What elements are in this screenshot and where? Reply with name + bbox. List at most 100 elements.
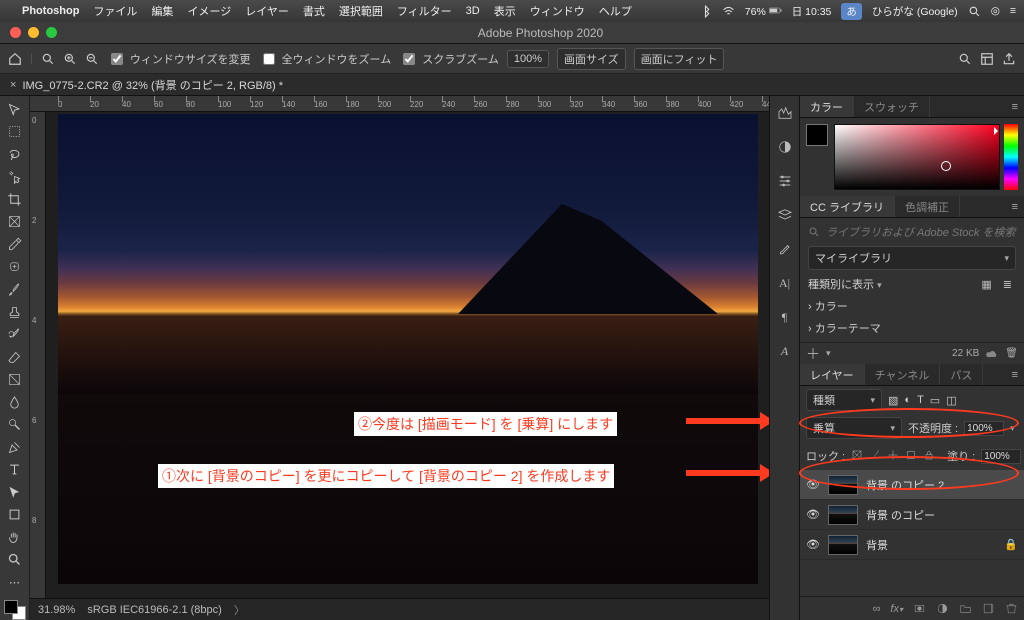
color-swatches[interactable]	[4, 600, 26, 620]
path-select-tool[interactable]	[3, 483, 27, 502]
healing-tool[interactable]	[3, 258, 27, 277]
layer-row[interactable]: 👁背景🔒	[800, 530, 1024, 560]
glyphs-icon[interactable]: A	[776, 342, 794, 360]
filter-shape-icon[interactable]: ▭	[930, 394, 940, 407]
move-tool[interactable]	[3, 100, 27, 119]
link-layers-icon[interactable]: ∞	[873, 603, 881, 615]
zoom-in-icon[interactable]	[63, 52, 77, 66]
menu-file[interactable]: ファイル	[93, 3, 137, 19]
layers-panel-menu[interactable]: ≡	[1012, 369, 1018, 381]
layer-name[interactable]: 背景 のコピー	[866, 507, 1018, 523]
filter-pixel-icon[interactable]: ▧	[888, 394, 898, 407]
type-tool[interactable]	[3, 461, 27, 480]
layer-thumbnail[interactable]	[828, 535, 858, 555]
eyedropper-tool[interactable]	[3, 235, 27, 254]
document-tab[interactable]: IMG_0775-2.CR2 @ 32% (背景 のコピー 2, RGB/8) …	[22, 77, 283, 93]
siri-icon[interactable]: ◎	[991, 5, 1000, 17]
clock[interactable]: 日 10:35	[792, 4, 832, 19]
canvas[interactable]: ②今度は [描画モード] を [乗算] にします ①次に [背景のコピー] を更…	[46, 112, 769, 598]
spotlight-icon[interactable]	[968, 5, 981, 18]
menu-layer[interactable]: レイヤー	[245, 3, 289, 19]
adjustment-layer-icon[interactable]	[936, 602, 949, 615]
notification-center-icon[interactable]: ≡	[1010, 5, 1016, 17]
actions-text-icon[interactable]: A|	[776, 274, 794, 292]
tab-adjustments[interactable]: 色調補正	[895, 196, 960, 217]
group-icon[interactable]	[959, 602, 972, 615]
app-menu[interactable]: Photoshop	[22, 5, 79, 17]
pen-tool[interactable]	[3, 438, 27, 457]
brush-settings-icon[interactable]	[776, 240, 794, 258]
fx-icon[interactable]: fx▾	[890, 603, 903, 615]
paragraph-icon[interactable]: ¶	[776, 308, 794, 326]
visibility-icon[interactable]: 👁	[806, 508, 820, 521]
ime-indicator[interactable]: あ	[841, 3, 862, 20]
tab-swatches[interactable]: スウォッチ	[854, 96, 930, 117]
menu-window[interactable]: ウィンドウ	[530, 3, 585, 19]
tab-color[interactable]: カラー	[800, 96, 854, 117]
hue-slider[interactable]	[1004, 124, 1018, 190]
view-icons[interactable]: ▦ ≣	[981, 278, 1016, 291]
resize-windows-checkbox[interactable]: ウィンドウサイズを変更	[107, 50, 251, 68]
layer-row[interactable]: 👁 背景 のコピー	[800, 500, 1024, 530]
menu-select[interactable]: 選択範囲	[339, 3, 383, 19]
zoom-100-button[interactable]: 100%	[507, 50, 549, 68]
zoom-window[interactable]	[46, 27, 57, 38]
menu-help[interactable]: ヘルプ	[599, 3, 632, 19]
lib-group-color[interactable]: › カラー	[808, 298, 1016, 314]
quick-select-tool[interactable]	[3, 168, 27, 187]
fit-screen-button[interactable]: 画面サイズ	[557, 48, 626, 70]
lib-group-theme[interactable]: › カラーテーマ	[808, 320, 1016, 336]
view-mode[interactable]: 種類別に表示 ▾	[808, 276, 882, 292]
tab-cc-libraries[interactable]: CC ライブラリ	[800, 196, 895, 217]
filter-type-icon[interactable]: T	[917, 394, 924, 406]
home-icon[interactable]	[8, 52, 22, 66]
zoom-level[interactable]: 31.98%	[38, 604, 75, 616]
fill-screen-button[interactable]: 画面にフィット	[634, 48, 725, 70]
options-icon[interactable]	[776, 172, 794, 190]
menu-type[interactable]: 書式	[303, 3, 325, 19]
marquee-tool[interactable]	[3, 123, 27, 142]
battery-indicator[interactable]: 76%	[745, 4, 782, 18]
hand-tool[interactable]	[3, 528, 27, 547]
close-tab-icon[interactable]: ×	[10, 79, 16, 91]
tab-paths[interactable]: パス	[940, 364, 983, 385]
lib-trash[interactable]: 🗑	[1005, 348, 1018, 359]
layer-filter-kind[interactable]: 種類▾	[806, 389, 882, 411]
history-brush-tool[interactable]	[3, 325, 27, 344]
filter-smart-icon[interactable]: ◫	[946, 394, 956, 407]
blur-tool[interactable]	[3, 393, 27, 412]
eraser-tool[interactable]	[3, 348, 27, 367]
new-layer-icon[interactable]	[982, 602, 995, 615]
shape-tool[interactable]	[3, 506, 27, 525]
mask-icon[interactable]	[913, 602, 926, 615]
color-field[interactable]	[834, 124, 1000, 190]
lasso-tool[interactable]	[3, 145, 27, 164]
libraries-panel-menu[interactable]: ≡	[1012, 201, 1018, 213]
cloud-icon[interactable]	[985, 348, 999, 360]
library-search[interactable]: ライブラリおよび Adobe Stock を検索	[808, 224, 1016, 240]
bluetooth-icon[interactable]	[699, 5, 712, 18]
edit-toolbar[interactable]: ⋯	[3, 573, 27, 592]
menu-view[interactable]: 表示	[494, 3, 516, 19]
menu-filter[interactable]: フィルター	[397, 3, 452, 19]
zoom-all-windows-checkbox[interactable]: 全ウィンドウをズーム	[259, 50, 392, 68]
layer-name[interactable]: 背景	[866, 537, 996, 553]
histogram-icon[interactable]	[776, 104, 794, 122]
adjustments-icon[interactable]	[776, 138, 794, 156]
share-icon[interactable]	[1002, 52, 1016, 66]
workspace-icon[interactable]	[980, 52, 994, 66]
zoom-out-icon[interactable]	[85, 52, 99, 66]
filter-adjust-icon[interactable]: ◐	[904, 394, 911, 406]
close-window[interactable]	[10, 27, 21, 38]
dodge-tool[interactable]	[3, 415, 27, 434]
tab-layers[interactable]: レイヤー	[800, 364, 865, 385]
visibility-icon[interactable]: 👁	[806, 538, 820, 551]
lib-add[interactable]: ＋	[806, 344, 820, 364]
zoom-tool[interactable]	[3, 551, 27, 570]
wifi-icon[interactable]	[722, 5, 735, 18]
menu-3d[interactable]: 3D	[466, 5, 480, 17]
ruler-vertical[interactable]: 02468	[30, 112, 46, 598]
menu-image[interactable]: イメージ	[187, 3, 231, 19]
stamp-tool[interactable]	[3, 303, 27, 322]
library-select[interactable]: マイライブラリ▾	[808, 246, 1016, 270]
